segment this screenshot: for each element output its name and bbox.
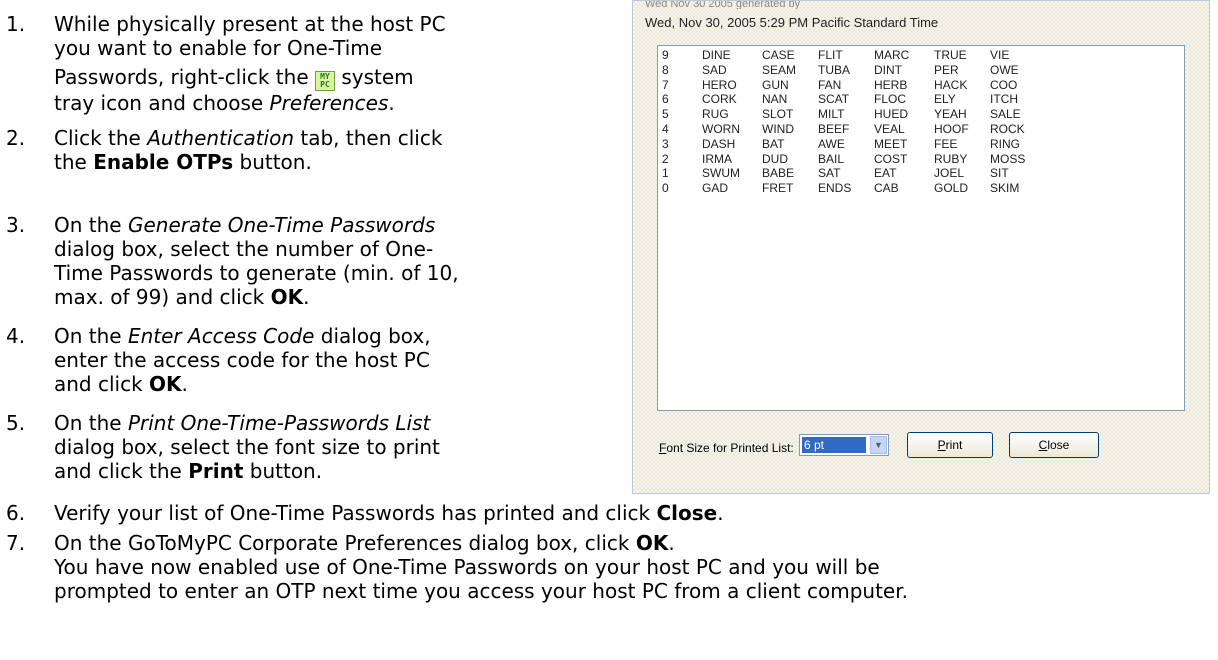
font-size-select[interactable]: 6 pt ▼ <box>799 434 889 456</box>
row-index: 8 <box>662 62 669 77</box>
step-text: Verify your list of One-Time Passwords h… <box>54 501 724 525</box>
row-index: 3 <box>662 136 669 151</box>
print-otp-list-dialog: Wed Nov 30 2005 generated by Wed, Nov 30… <box>632 0 1210 494</box>
password-word: RING <box>990 136 1020 151</box>
password-word: DASH <box>702 136 736 151</box>
password-word: VEAL <box>874 122 905 136</box>
password-word: SALE <box>990 107 1021 122</box>
password-word: GUN <box>762 77 789 92</box>
password-word: EAT <box>874 166 897 181</box>
step-text: On the Print One-Time-Passwords List dial… <box>54 411 440 483</box>
password-word: HACK <box>934 77 968 92</box>
row-index: 6 <box>662 92 669 107</box>
step-number: 1. <box>6 12 26 36</box>
password-word: MOSS <box>990 151 1026 166</box>
close-button[interactable]: Close <box>1009 432 1099 458</box>
row-index: 7 <box>662 77 669 92</box>
password-word: HOOF <box>934 122 969 136</box>
password-word: MARC <box>874 48 910 62</box>
password-word: DINE <box>702 48 731 62</box>
password-word: FAN <box>818 77 842 92</box>
password-word: ITCH <box>990 92 1018 107</box>
password-word: AWE <box>818 136 845 151</box>
password-word: SAD <box>702 62 727 77</box>
step-number: 6. <box>6 501 26 525</box>
password-word: GOLD <box>934 181 969 196</box>
password-word: RUBY <box>934 151 968 166</box>
step-text: On the Enter Access Code dialog box, ente… <box>54 324 431 396</box>
dialog-header-cutoff: Wed Nov 30 2005 generated by <box>645 1 801 9</box>
password-word: IRMA <box>702 151 732 166</box>
password-word: FRET <box>762 181 794 196</box>
password-list-box[interactable]: 9 DINE CASE FLIT MARC TRUE VIE 8 SAD SEAM TUBA DINT… <box>657 45 1185 411</box>
password-word: GAD <box>702 181 729 196</box>
password-word: TUBA <box>818 62 851 77</box>
password-word: NAN <box>762 92 788 107</box>
step-number: 3. <box>6 213 26 237</box>
password-word: SIT <box>990 166 1009 181</box>
password-word: ELY <box>934 92 956 107</box>
password-word: SWUM <box>702 166 740 181</box>
row-index: 0 <box>662 181 669 196</box>
font-size-value: 6 pt <box>802 437 866 453</box>
password-word: SLOT <box>762 107 794 122</box>
password-word: HUED <box>874 107 909 122</box>
password-word: SCAT <box>818 92 850 107</box>
row-index: 4 <box>662 122 669 136</box>
password-word: COST <box>874 151 908 166</box>
password-word: ENDS <box>818 181 852 196</box>
password-word: FLIT <box>818 48 843 62</box>
password-word: OWE <box>990 62 1019 77</box>
password-word: DUD <box>762 151 788 166</box>
password-word: DINT <box>874 62 902 77</box>
step-number: 7. <box>6 531 26 555</box>
password-word: COO <box>990 77 1018 92</box>
password-word: CORK <box>702 92 737 107</box>
step-number: 5. <box>6 411 26 435</box>
row-index: 2 <box>662 151 669 166</box>
step-text: Click the Authentication tab, then click… <box>54 126 443 174</box>
password-word: WIND <box>762 122 794 136</box>
font-size-label: Font Size for Printed List: <box>659 441 794 455</box>
step-text: On the Generate One-Time Passwords dialog… <box>54 213 459 309</box>
step-text: While physically present at the host PC y… <box>54 12 446 115</box>
password-word: FEE <box>934 136 958 151</box>
password-word: ROCK <box>990 122 1025 136</box>
password-word: TRUE <box>934 48 967 62</box>
mypc-tray-icon: MY PC <box>315 71 335 91</box>
password-word: SKIM <box>990 181 1020 196</box>
password-word: VIE <box>990 48 1010 62</box>
password-word: FLOC <box>874 92 907 107</box>
row-index: 5 <box>662 107 669 122</box>
password-word: PER <box>934 62 959 77</box>
print-button[interactable]: Print <box>907 432 993 458</box>
password-word: BAT <box>762 136 785 151</box>
password-word: WORN <box>702 122 740 136</box>
password-word: SEAM <box>762 62 797 77</box>
password-word: CASE <box>762 48 795 62</box>
password-word: RUG <box>702 107 729 122</box>
step-number: 2. <box>6 126 26 150</box>
password-word: MILT <box>818 107 845 122</box>
password-word: HERO <box>702 77 737 92</box>
row-index: 9 <box>662 48 669 62</box>
password-word: BAIL <box>818 151 845 166</box>
step-text: On the GoToMyPC Corporate Preferences di… <box>54 531 908 603</box>
step-number: 4. <box>6 324 26 348</box>
password-word: YEAH <box>934 107 967 122</box>
password-word: HERB <box>874 77 908 92</box>
chevron-down-icon[interactable]: ▼ <box>870 436 887 454</box>
password-word: JOEL <box>934 166 965 181</box>
password-word: SAT <box>818 166 841 181</box>
password-word: BEEF <box>818 122 850 136</box>
password-word: MEET <box>874 136 908 151</box>
row-index: 1 <box>662 166 669 181</box>
password-word: CAB <box>874 181 899 196</box>
password-word: BABE <box>762 166 795 181</box>
dialog-date-line: Wed, Nov 30, 2005 5:29 PM Pacific Standa… <box>645 15 939 30</box>
